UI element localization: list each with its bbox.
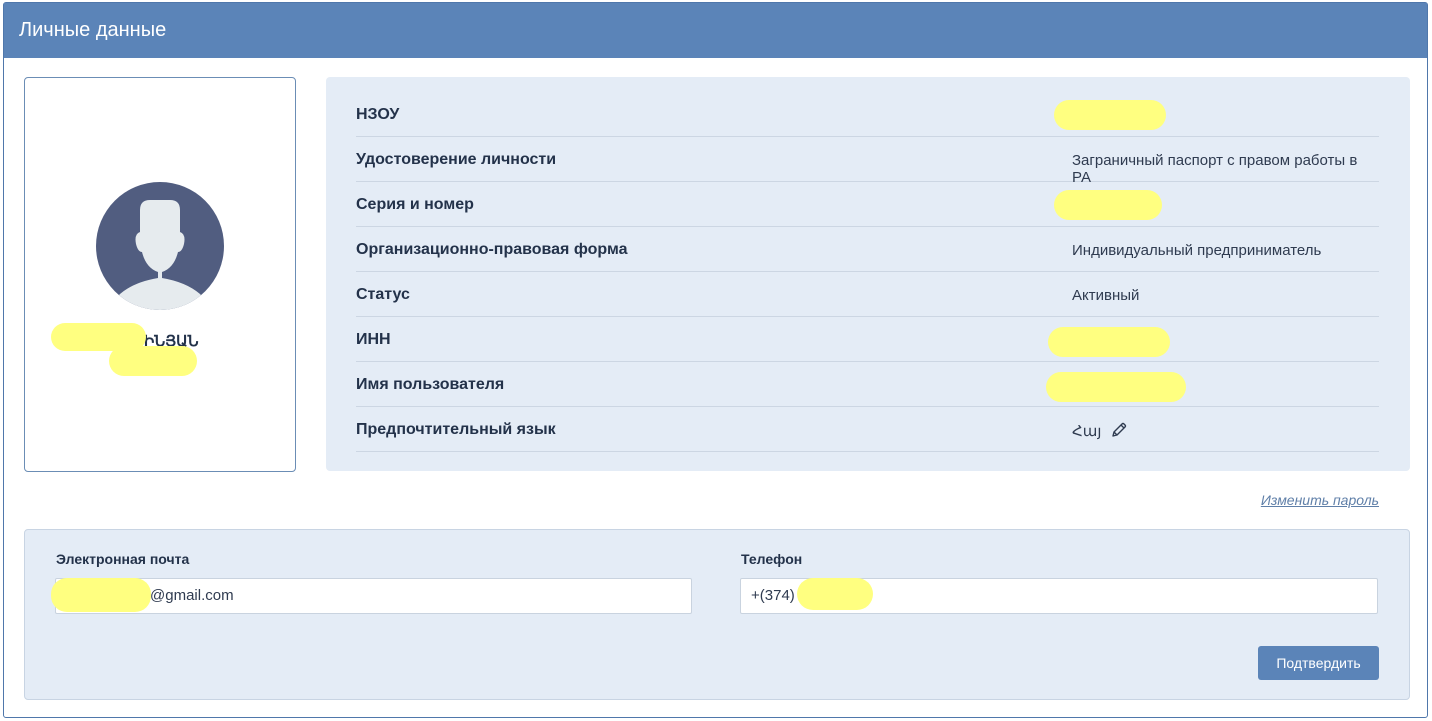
info-value: Заграничный паспорт с правом работы в РА bbox=[1072, 152, 1358, 186]
redacted-email-user bbox=[51, 578, 151, 612]
confirm-button[interactable]: Подтвердить bbox=[1258, 646, 1379, 680]
info-card: НЗОУ Удостоверение личности Заграничный … bbox=[326, 77, 1410, 471]
info-label: Удостоверение личности bbox=[356, 151, 557, 168]
info-row-username: Имя пользователя bbox=[356, 362, 1379, 407]
info-label: Предпочтительный язык bbox=[356, 421, 556, 438]
info-value: Индивидуальный предприниматель bbox=[1072, 242, 1322, 259]
info-label: НЗОУ bbox=[356, 106, 400, 123]
info-row-preferred-language: Предпочтительный язык Հայ bbox=[356, 407, 1379, 452]
info-label: ИНН bbox=[356, 331, 391, 348]
info-row-nzou: НЗОУ bbox=[356, 92, 1379, 137]
info-label: Организационно-правовая форма bbox=[356, 241, 628, 258]
redacted-value bbox=[1054, 190, 1162, 220]
redacted-name-part-2 bbox=[109, 346, 197, 376]
redacted-value bbox=[1054, 100, 1166, 130]
user-silhouette-icon bbox=[96, 182, 224, 310]
info-row-legal-form: Организационно-правовая форма Индивидуал… bbox=[356, 227, 1379, 272]
info-row-inn: ИНН bbox=[356, 317, 1379, 362]
info-row-status: Статус Активный bbox=[356, 272, 1379, 317]
email-label: Электронная почта bbox=[56, 551, 190, 567]
redacted-value bbox=[1046, 372, 1186, 402]
info-row-series-number: Серия и номер bbox=[356, 182, 1379, 227]
panel-title: Личные данные bbox=[4, 3, 1427, 58]
language-value: Հայ bbox=[1072, 423, 1102, 440]
phone-label: Телефон bbox=[741, 551, 803, 567]
pencil-icon[interactable] bbox=[1111, 422, 1127, 442]
info-row-id-document: Удостоверение личности Заграничный паспо… bbox=[356, 137, 1379, 186]
info-value: Հայ bbox=[1072, 422, 1127, 442]
info-label: Статус bbox=[356, 286, 410, 303]
profile-card: ԱՍԻՆՅԱՆ bbox=[24, 77, 296, 472]
redacted-value bbox=[1048, 327, 1170, 357]
contact-card: Электронная почта @gmail.com Телефон +(3… bbox=[24, 529, 1410, 700]
info-label: Серия и номер bbox=[356, 196, 474, 213]
email-value: @gmail.com bbox=[150, 587, 234, 604]
change-password-link[interactable]: Изменить пароль bbox=[1261, 492, 1379, 508]
personal-data-panel: Личные данные ԱՍԻՆՅԱՆ НЗОУ Удостоверение… bbox=[3, 2, 1428, 718]
phone-value: +(374) bbox=[751, 587, 795, 604]
redacted-phone-number bbox=[797, 578, 873, 610]
info-label: Имя пользователя bbox=[356, 376, 505, 393]
info-value: Активный bbox=[1072, 287, 1140, 304]
